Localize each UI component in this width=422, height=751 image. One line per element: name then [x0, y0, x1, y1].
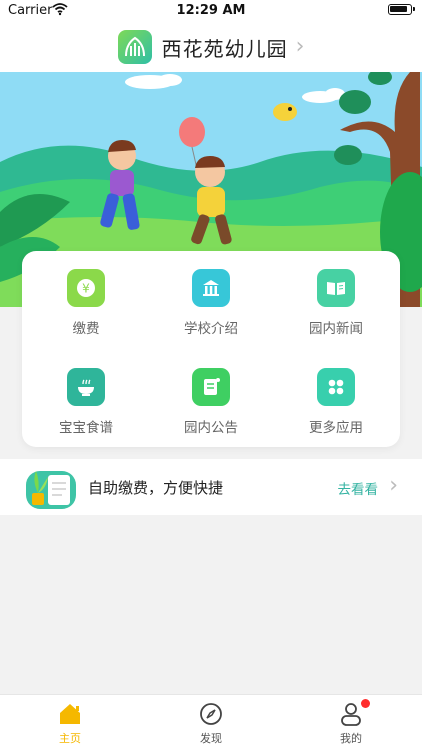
home-icon [57, 701, 83, 727]
grid-item-recipes[interactable]: 宝宝食谱 [26, 368, 146, 436]
notice-doc-icon [192, 368, 230, 406]
grid-item-news[interactable]: 园内新闻 [276, 269, 396, 337]
battery-icon [388, 4, 415, 15]
grid-item-label: 学校介绍 [184, 321, 238, 337]
grid-item-payment[interactable]: ¥ 缴费 [26, 269, 146, 337]
compass-icon [198, 701, 224, 727]
self-payment-promo[interactable]: 自助缴费，方便快捷 去看看 › [0, 459, 422, 515]
svg-text:¥: ¥ [82, 282, 90, 296]
grid-item-label: 园内公告 [184, 420, 238, 436]
chevron-right-icon: › [295, 34, 305, 59]
notification-badge [361, 699, 370, 708]
grid-item-label: 宝宝食谱 [59, 420, 113, 436]
four-dots-icon [317, 368, 355, 406]
tab-discover[interactable]: 发现 [171, 701, 251, 746]
plant-document-icon [24, 463, 78, 511]
school-building-icon [192, 269, 230, 307]
tab-label: 主页 [59, 732, 81, 745]
grid-item-label: 更多应用 [309, 420, 363, 436]
grid-item-more-apps[interactable]: 更多应用 [276, 368, 396, 436]
profile-icon [338, 699, 370, 727]
promo-text: 自助缴费，方便快捷 [88, 479, 224, 497]
grid-item-label: 缴费 [72, 321, 100, 337]
grid-item-label: 园内新闻 [309, 321, 363, 337]
promo-go-link[interactable]: 去看看 [338, 478, 379, 498]
tab-profile[interactable]: 我的 [311, 699, 391, 746]
school-logo-icon [117, 30, 152, 64]
bottom-tab-bar: 主页 发现 我的 [0, 694, 422, 751]
chevron-right-icon: › [389, 473, 398, 498]
school-title: 西花苑幼儿园 [161, 36, 288, 61]
open-book-icon [317, 269, 355, 307]
rice-bowl-icon [67, 368, 105, 406]
yen-icon: ¥ [67, 269, 105, 307]
clock: 12:29 AM [176, 3, 246, 18]
grid-item-notices[interactable]: 园内公告 [151, 368, 271, 436]
function-grid: ¥ 缴费 学校介绍 园内新闻 宝宝食谱 园内公告 更多应用 [22, 251, 400, 447]
tab-label: 发现 [200, 732, 222, 745]
status-bar: Carrier 12:29 AM [0, 0, 422, 22]
tab-label: 我的 [340, 732, 362, 745]
school-header[interactable]: 西花苑幼儿园 › [0, 22, 422, 72]
grid-item-school-intro[interactable]: 学校介绍 [151, 269, 271, 337]
tab-home[interactable]: 主页 [30, 701, 110, 746]
